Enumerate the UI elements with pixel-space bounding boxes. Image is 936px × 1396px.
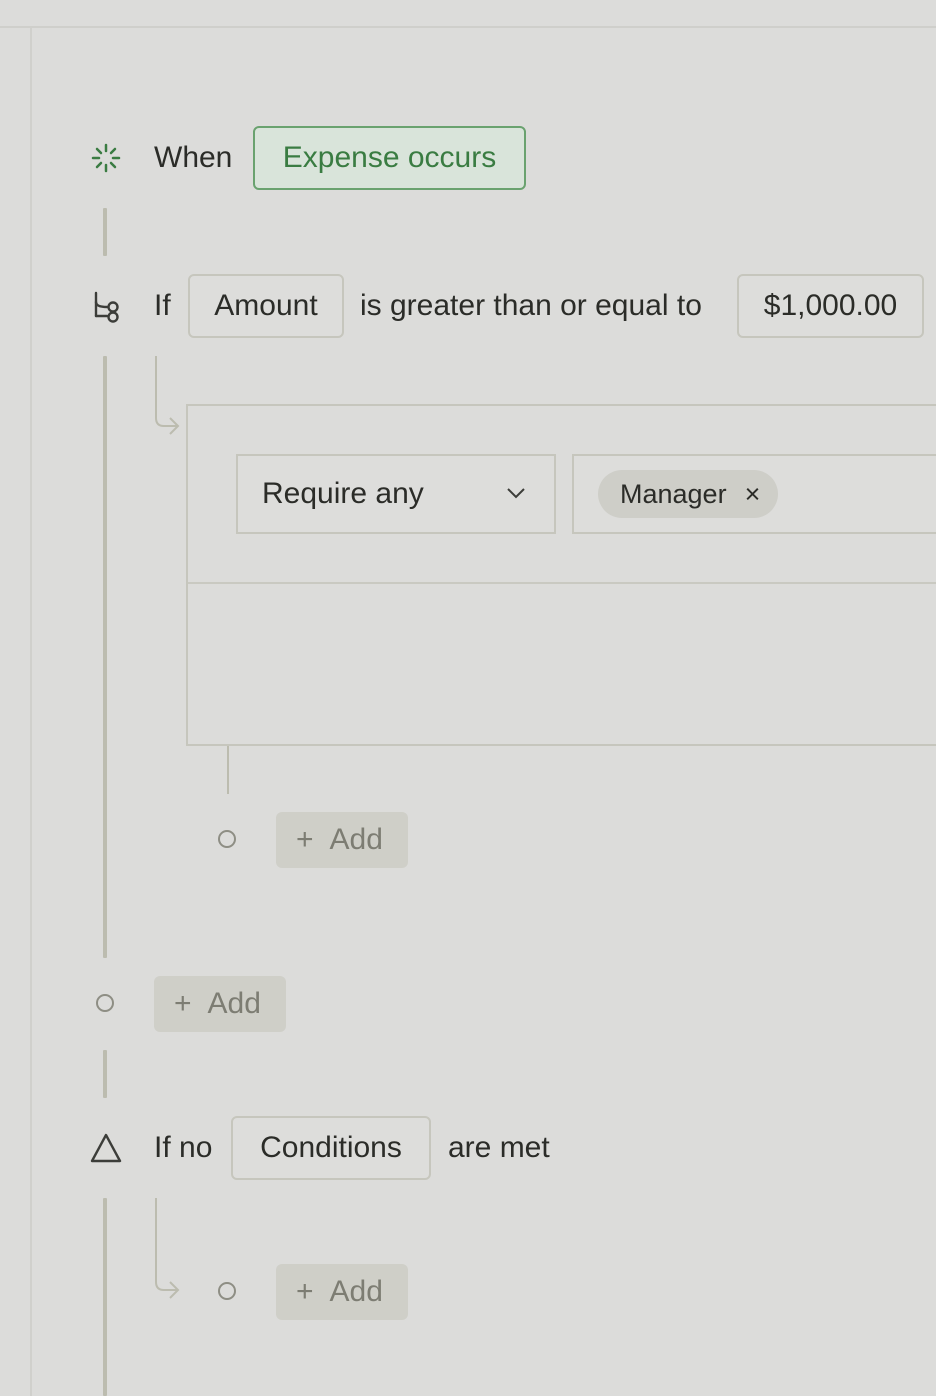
- add-label: Add: [207, 987, 261, 1020]
- add-condition-button[interactable]: + Add: [154, 976, 286, 1032]
- branch-icon: [94, 291, 119, 323]
- plus-icon: +: [174, 987, 192, 1020]
- inner-connector: [227, 746, 229, 794]
- branch-arrow-icon: [155, 356, 180, 435]
- branch-arrow-icon: [155, 1198, 180, 1299]
- panel-divider: [188, 582, 936, 584]
- connector-to-fallback: [103, 1050, 107, 1098]
- approval-mode-value: Require any: [262, 477, 424, 510]
- left-gutter-border: [30, 28, 32, 1396]
- chevron-down-icon: [507, 488, 525, 499]
- add-label: Add: [329, 823, 383, 856]
- condition-operator[interactable]: is greater than or equal to: [360, 288, 702, 324]
- approver-tag: Manager ×: [598, 470, 779, 518]
- fallback-rail: [103, 1198, 107, 1396]
- approval-step-panel: Require any Manager ×: [186, 404, 936, 746]
- condition-prefix: If: [154, 289, 171, 322]
- condition-value-chip[interactable]: $1,000.00: [737, 274, 924, 338]
- connector-trigger-to-condition: [103, 208, 107, 256]
- approver-tag-label: Manager: [620, 478, 727, 509]
- add-label: Add: [329, 1275, 383, 1308]
- approval-mode-select[interactable]: Require any: [236, 454, 556, 534]
- trigger-event-chip[interactable]: Expense occurs: [253, 126, 526, 190]
- condition-rail: [103, 356, 107, 958]
- plus-icon: +: [296, 1275, 314, 1308]
- plus-icon: +: [296, 823, 314, 856]
- triangle-warning-icon: [90, 1133, 122, 1163]
- fallback-step-node: [218, 1282, 236, 1300]
- fallback-conditions-chip[interactable]: Conditions: [231, 1116, 431, 1180]
- fallback-suffix: are met: [448, 1131, 550, 1164]
- add-inner-step-button[interactable]: + Add: [276, 812, 408, 868]
- fallback-prefix: If no: [154, 1131, 213, 1164]
- inner-step-node: [218, 830, 236, 848]
- outer-step-node: [96, 994, 114, 1012]
- close-icon[interactable]: ×: [745, 479, 761, 510]
- approvers-multiselect[interactable]: Manager ×: [572, 454, 936, 534]
- sparkle-loader-icon: [91, 143, 121, 173]
- top-divider: [0, 26, 936, 28]
- condition-field-chip[interactable]: Amount: [188, 274, 344, 338]
- add-fallback-step-button[interactable]: + Add: [276, 1264, 408, 1320]
- trigger-prefix: When: [154, 141, 233, 174]
